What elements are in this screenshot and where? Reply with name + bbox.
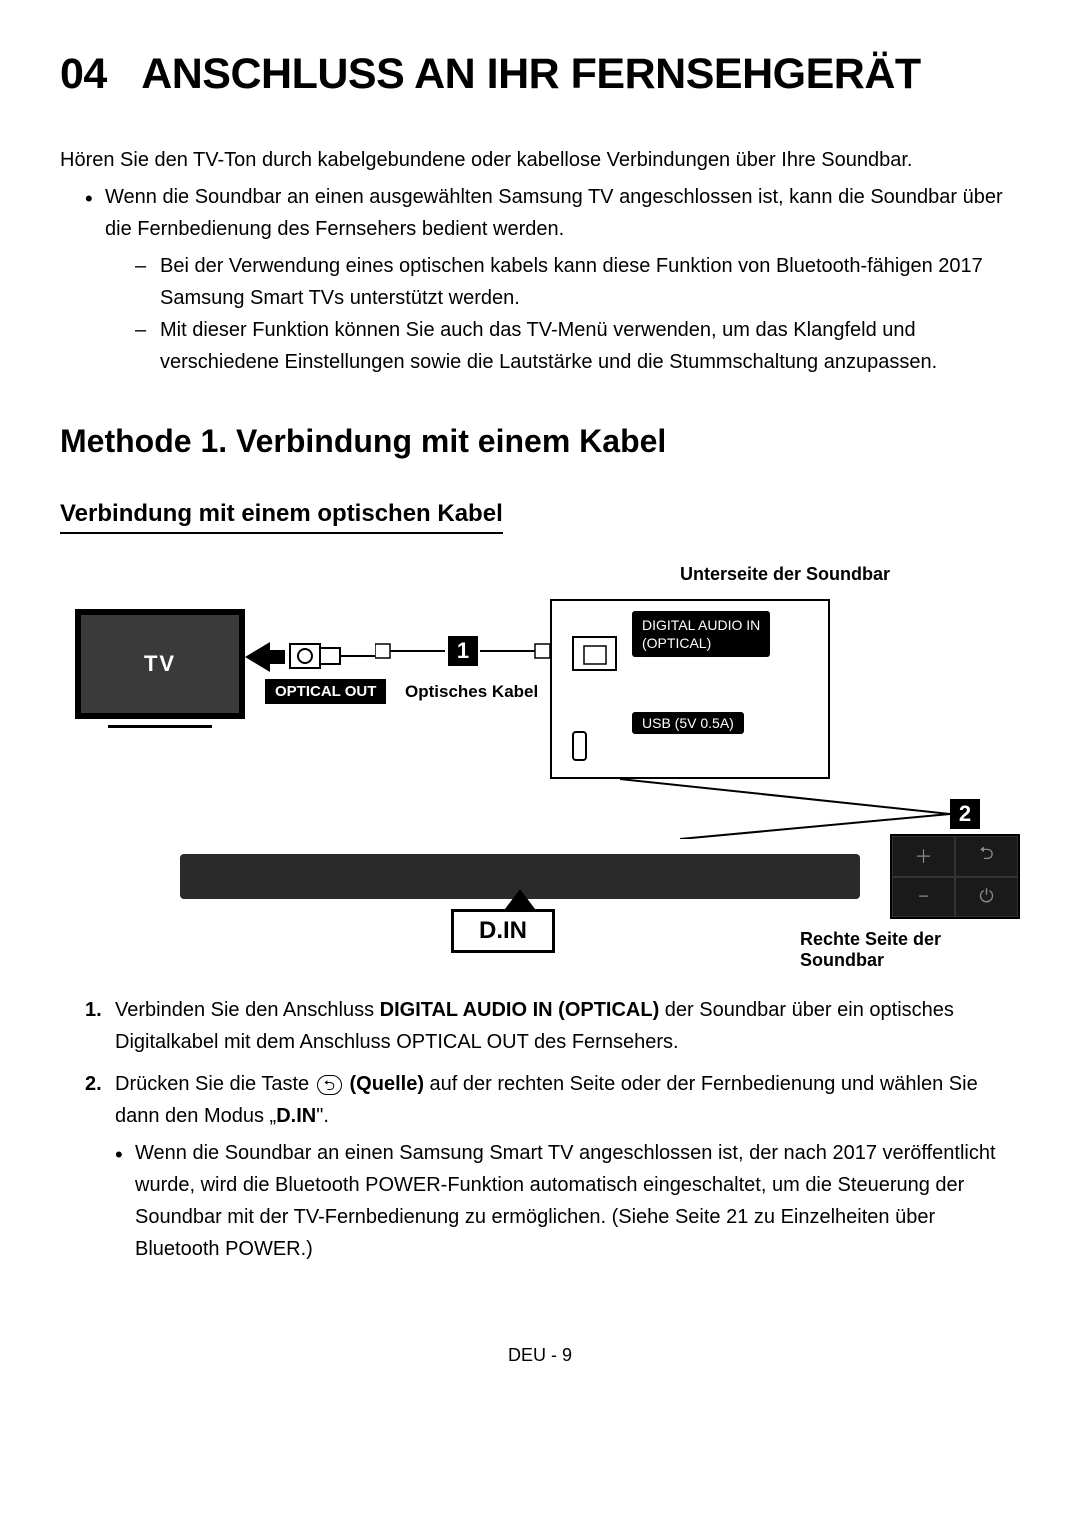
cable-connector-left-icon — [285, 636, 375, 676]
source-button-icon: ⮌ — [317, 1075, 342, 1095]
dash-item: Bei der Verwendung eines optischen kabel… — [135, 250, 1020, 314]
volume-up-icon: ＋ — [892, 836, 955, 877]
heading-number: 04 — [60, 50, 107, 98]
method-heading: Methode 1. Verbindung mit einem Kabel — [60, 423, 1020, 460]
usb-port-icon — [572, 731, 587, 761]
source-icon: ⮌ — [955, 836, 1018, 877]
volume-down-icon: − — [892, 877, 955, 918]
tv-label: TV — [144, 651, 176, 677]
heading-text: ANSCHLUSS AN IHR FERNSEHGERÄT — [141, 50, 920, 98]
arrow-left-icon — [245, 642, 285, 672]
soundbar-side-panel: ＋ ⮌ − ⏻ — [890, 834, 1020, 919]
soundbar-bottom-panel: DIGITAL AUDIO IN (OPTICAL) USB (5V 0.5A) — [550, 599, 830, 779]
step-2: 2. Drücken Sie die Taste ⮌ (Quelle) auf … — [85, 1068, 1020, 1265]
dash-list: Bei der Verwendung eines optischen kabel… — [105, 250, 1020, 378]
tv-illustration: TV — [75, 609, 245, 719]
page-title: 04 ANSCHLUSS AN IHR FERNSEHGERÄT — [60, 50, 1020, 99]
arrow-up-icon — [505, 889, 535, 909]
din-label: D.IN — [451, 909, 555, 953]
optical-port-icon — [572, 636, 617, 671]
power-icon: ⏻ — [955, 877, 1018, 918]
usb-label: USB (5V 0.5A) — [632, 712, 744, 734]
dash-item: Mit dieser Funktion können Sie auch das … — [135, 314, 1020, 378]
connection-diagram: Unterseite der Soundbar TV 1 OPTICAL OUT… — [60, 564, 1020, 964]
instruction-steps: 1. Verbinden Sie den Anschluss DIGITAL A… — [60, 994, 1020, 1265]
step-2-subitem: Wenn die Soundbar an einen Samsung Smart… — [115, 1137, 1020, 1265]
digital-audio-label: DIGITAL AUDIO IN (OPTICAL) — [632, 611, 770, 657]
page-footer: DEU - 9 — [60, 1345, 1020, 1366]
step-1-marker: 1 — [448, 636, 478, 666]
step-2-sublist: Wenn die Soundbar an einen Samsung Smart… — [115, 1137, 1020, 1265]
cable-jack-right-icon — [480, 642, 550, 660]
soundbar-side-label: Rechte Seite der Soundbar — [800, 929, 1020, 971]
bullet-item: Wenn die Soundbar an einen ausgewählten … — [85, 181, 1020, 378]
step-1: 1. Verbinden Sie den Anschluss DIGITAL A… — [85, 994, 1020, 1058]
intro-paragraph: Hören Sie den TV-Ton durch kabelgebunden… — [60, 144, 1020, 176]
sub-heading: Verbindung mit einem optischen Kabel — [60, 500, 503, 534]
optical-out-label: OPTICAL OUT — [265, 679, 386, 704]
intro-bullets: Wenn die Soundbar an einen ausgewählten … — [60, 181, 1020, 378]
diagonal-line-icon — [620, 779, 960, 839]
step-2-marker: 2 — [950, 799, 980, 829]
soundbar-bottom-label: Unterseite der Soundbar — [680, 564, 890, 585]
optical-cable-label: Optisches Kabel — [405, 682, 538, 702]
cable-jack-icon — [375, 642, 445, 660]
